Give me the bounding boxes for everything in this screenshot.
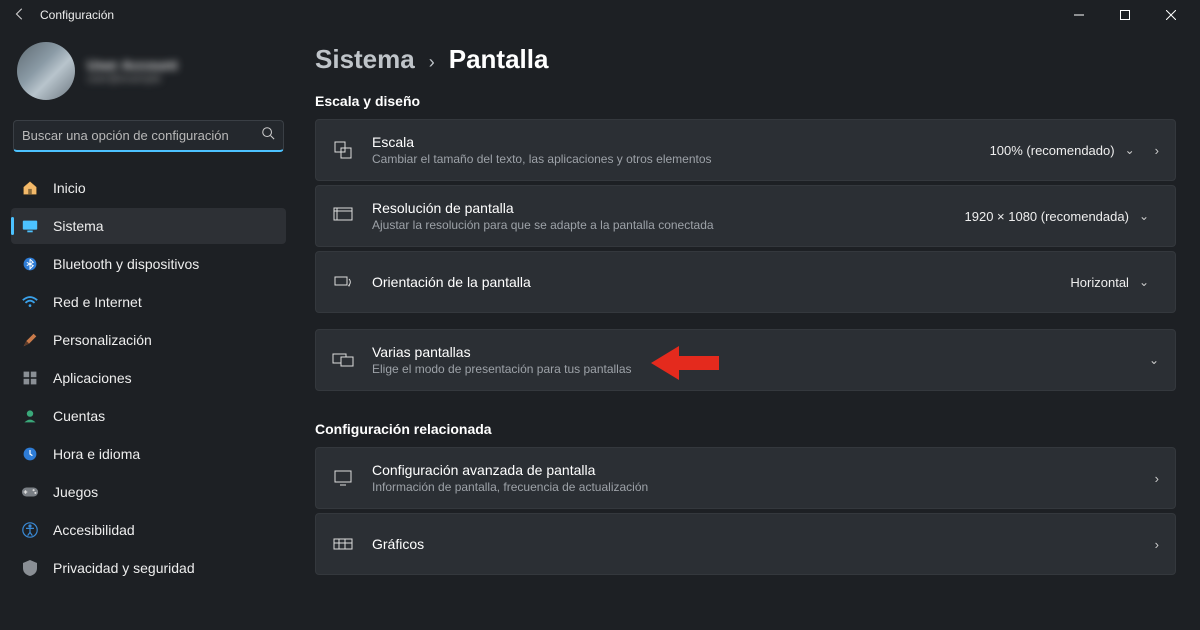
sidebar-item-label: Personalización [53, 332, 152, 348]
section-related-title: Configuración relacionada [315, 421, 1176, 437]
sidebar-item-label: Privacidad y seguridad [53, 560, 195, 576]
sidebar-item-accounts[interactable]: Cuentas [11, 398, 286, 434]
gamepad-icon [21, 483, 39, 501]
sidebar-item-bluetooth[interactable]: Bluetooth y dispositivos [11, 246, 286, 282]
multiple-displays-card[interactable]: Varias pantallas Elige el modo de presen… [315, 329, 1176, 391]
card-title: Varias pantallas [372, 344, 1131, 360]
clock-icon [21, 445, 39, 463]
titlebar: Configuración [0, 0, 1200, 30]
breadcrumb-parent[interactable]: Sistema [315, 44, 415, 75]
profile-sub: user@example [87, 73, 178, 85]
sidebar-item-system[interactable]: Sistema [11, 208, 286, 244]
sidebar-item-network[interactable]: Red e Internet [11, 284, 286, 320]
sidebar-item-privacy[interactable]: Privacidad y seguridad [11, 550, 286, 586]
brush-icon [21, 331, 39, 349]
chevron-down-icon[interactable]: ⌄ [1149, 353, 1159, 367]
card-sub: Información de pantalla, frecuencia de a… [372, 480, 1137, 494]
sidebar-item-home[interactable]: Inicio [11, 170, 286, 206]
close-button[interactable] [1148, 0, 1194, 30]
profile-name: User Account [87, 57, 178, 73]
avatar [17, 42, 75, 100]
monitor-icon [332, 469, 354, 487]
annotation-arrow-icon [651, 346, 719, 380]
graphics-card[interactable]: Gráficos › [315, 513, 1176, 575]
system-icon [21, 217, 39, 235]
search-icon [261, 126, 275, 145]
sidebar-item-label: Bluetooth y dispositivos [53, 256, 199, 272]
search-box[interactable] [13, 120, 284, 152]
maximize-button[interactable] [1102, 0, 1148, 30]
scale-card[interactable]: Escala Cambiar el tamaño del texto, las … [315, 119, 1176, 181]
sidebar-item-label: Cuentas [53, 408, 105, 424]
chevron-right-icon[interactable]: › [1155, 471, 1159, 486]
wifi-icon [21, 293, 39, 311]
sidebar-item-personalization[interactable]: Personalización [11, 322, 286, 358]
dropdown-value: 1920 × 1080 (recomendada) [965, 209, 1129, 224]
sidebar-item-accessibility[interactable]: Accesibilidad [11, 512, 286, 548]
card-title: Configuración avanzada de pantalla [372, 462, 1137, 478]
window-title: Configuración [40, 8, 114, 22]
profile-block[interactable]: User Account user@example [11, 38, 286, 114]
sidebar: User Account user@example Inicio Sistema… [0, 30, 297, 630]
bluetooth-icon [21, 255, 39, 273]
sidebar-item-label: Red e Internet [53, 294, 142, 310]
sidebar-item-apps[interactable]: Aplicaciones [11, 360, 286, 396]
advanced-display-card[interactable]: Configuración avanzada de pantalla Infor… [315, 447, 1176, 509]
chevron-right-icon[interactable]: › [1155, 143, 1159, 158]
scale-icon [332, 140, 354, 160]
section-scale-title: Escala y diseño [315, 93, 1176, 109]
chevron-right-icon[interactable]: › [1155, 537, 1159, 552]
main-content: Sistema › Pantalla Escala y diseño Escal… [297, 30, 1200, 630]
breadcrumb-current: Pantalla [449, 44, 549, 75]
resolution-card[interactable]: Resolución de pantalla Ajustar la resolu… [315, 185, 1176, 247]
back-button[interactable] [6, 7, 34, 24]
accessibility-icon [21, 521, 39, 539]
sidebar-item-label: Hora e idioma [53, 446, 140, 462]
chevron-down-icon: ⌄ [1125, 143, 1135, 157]
sidebar-item-gaming[interactable]: Juegos [11, 474, 286, 510]
orientation-card[interactable]: Orientación de la pantalla Horizontal ⌄ [315, 251, 1176, 313]
minimize-button[interactable] [1056, 0, 1102, 30]
chevron-down-icon: ⌄ [1139, 275, 1149, 289]
resolution-icon [332, 207, 354, 225]
card-title: Escala [372, 134, 962, 150]
sidebar-item-time[interactable]: Hora e idioma [11, 436, 286, 472]
dropdown-value: Horizontal [1070, 275, 1129, 290]
scale-dropdown[interactable]: 100% (recomendado) ⌄ [980, 138, 1145, 163]
chevron-right-icon: › [429, 52, 435, 73]
card-title: Resolución de pantalla [372, 200, 937, 216]
card-sub: Elige el modo de presentación para tus p… [372, 362, 1131, 376]
breadcrumb: Sistema › Pantalla [315, 44, 1176, 75]
sidebar-item-label: Aplicaciones [53, 370, 132, 386]
orientation-dropdown[interactable]: Horizontal ⌄ [1060, 270, 1159, 295]
card-sub: Ajustar la resolución para que se adapte… [372, 218, 937, 232]
home-icon [21, 179, 39, 197]
search-input[interactable] [22, 128, 261, 143]
person-icon [21, 407, 39, 425]
dropdown-value: 100% (recomendado) [990, 143, 1115, 158]
sidebar-item-label: Inicio [53, 180, 86, 196]
graphics-icon [332, 536, 354, 552]
shield-icon [21, 559, 39, 577]
card-title: Gráficos [372, 536, 1137, 552]
sidebar-item-label: Juegos [53, 484, 98, 500]
apps-icon [21, 369, 39, 387]
sidebar-item-label: Accesibilidad [53, 522, 135, 538]
displays-icon [332, 351, 354, 369]
resolution-dropdown[interactable]: 1920 × 1080 (recomendada) ⌄ [955, 204, 1160, 229]
orientation-icon [332, 273, 354, 291]
sidebar-item-label: Sistema [53, 218, 104, 234]
card-title: Orientación de la pantalla [372, 274, 1042, 290]
card-sub: Cambiar el tamaño del texto, las aplicac… [372, 152, 962, 166]
chevron-down-icon: ⌄ [1139, 209, 1149, 223]
